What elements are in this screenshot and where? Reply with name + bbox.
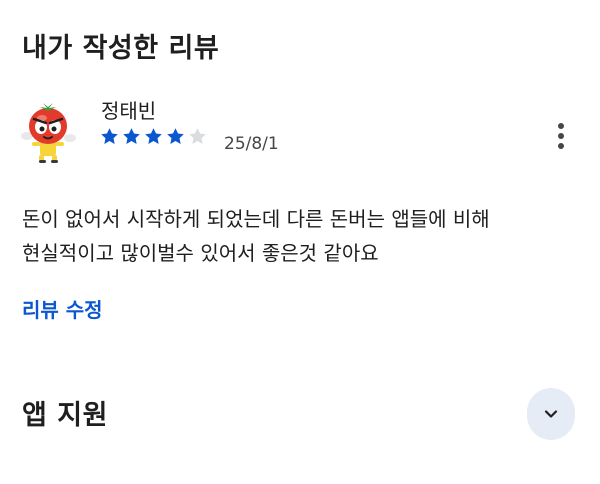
- star-filled-icon: [145, 128, 162, 144]
- star-rating: [99, 126, 208, 147]
- more-vert-icon[interactable]: [548, 118, 574, 154]
- review-text-line: 돈이 없어서 시작하게 되었는데 다른 돈버는 앱들에 비해: [22, 207, 490, 231]
- app-support-heading: 앱 지원: [22, 400, 108, 431]
- chevron-down-icon: [544, 410, 558, 418]
- more-dot: [558, 133, 564, 139]
- star-filled-icon: [167, 128, 184, 144]
- reviewer-name: 정태빈: [101, 99, 157, 123]
- star-filled-icon: [123, 128, 140, 144]
- edit-review-link[interactable]: 리뷰 수정: [22, 294, 103, 323]
- star-empty-icon: [189, 128, 206, 144]
- reviewer-avatar: [18, 102, 78, 164]
- review-date: 25/8/1: [224, 134, 279, 154]
- expand-app-support-button[interactable]: [527, 388, 575, 440]
- review-text-line: 현실적이고 많이벌수 있어서 좋은것 같아요: [22, 241, 379, 265]
- more-dot: [558, 143, 564, 149]
- review-text: 돈이 없어서 시작하게 되었는데 다른 돈버는 앱들에 비해 현실적이고 많이벌…: [22, 202, 582, 270]
- my-review-heading: 내가 작성한 리뷰: [22, 33, 220, 64]
- review-page: 내가 작성한 리뷰 정태빈 25/8/1 돈이 없어서 시작하게 되었는데 다른…: [0, 0, 600, 484]
- star-filled-icon: [101, 128, 118, 144]
- more-dot: [558, 123, 564, 129]
